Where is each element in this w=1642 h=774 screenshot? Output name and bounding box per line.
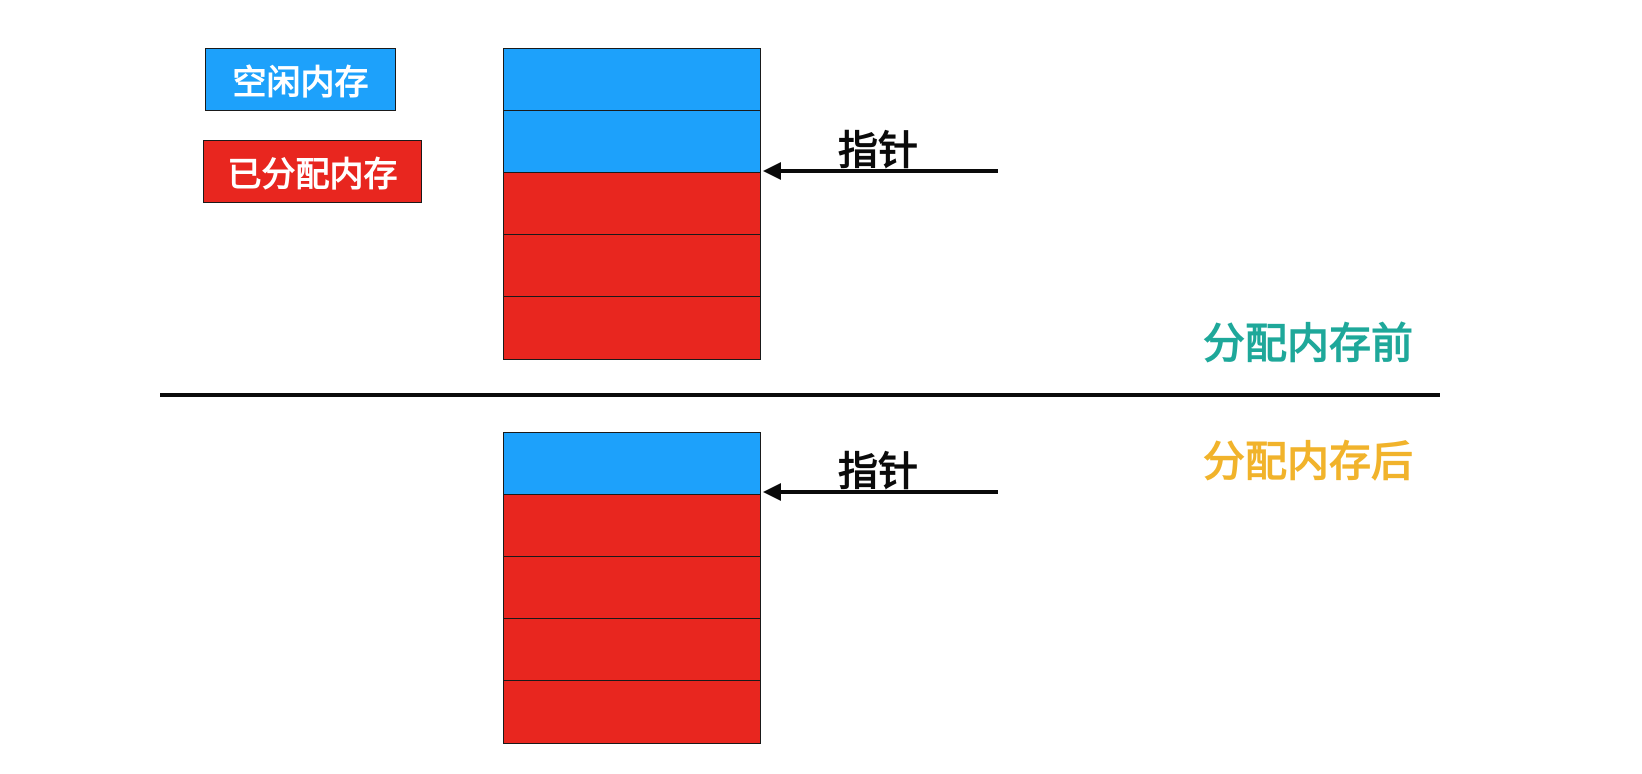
legend-allocated-label: 已分配内存 xyxy=(227,155,398,195)
free-memory-block xyxy=(504,49,760,111)
legend-free-memory: 空闲内存 xyxy=(205,48,396,111)
allocated-memory-block xyxy=(504,681,760,743)
section-divider xyxy=(160,393,1440,397)
after-allocation-label: 分配内存后 xyxy=(1203,437,1414,486)
allocated-memory-block xyxy=(504,619,760,681)
allocated-memory-block xyxy=(504,173,760,235)
allocated-memory-block xyxy=(504,297,760,359)
free-memory-block xyxy=(504,111,760,173)
legend-free-label: 空闲内存 xyxy=(232,63,369,103)
allocated-memory-block xyxy=(504,557,760,619)
free-memory-block xyxy=(504,433,760,495)
memory-stack-before xyxy=(503,48,761,360)
allocated-memory-block xyxy=(504,495,760,557)
pointer-label-after: 指针 xyxy=(838,449,918,495)
memory-stack-after xyxy=(503,432,761,744)
allocated-memory-block xyxy=(504,235,760,297)
before-allocation-label: 分配内存前 xyxy=(1203,319,1414,368)
legend-allocated-memory: 已分配内存 xyxy=(203,140,422,203)
pointer-label-before: 指针 xyxy=(838,128,918,174)
